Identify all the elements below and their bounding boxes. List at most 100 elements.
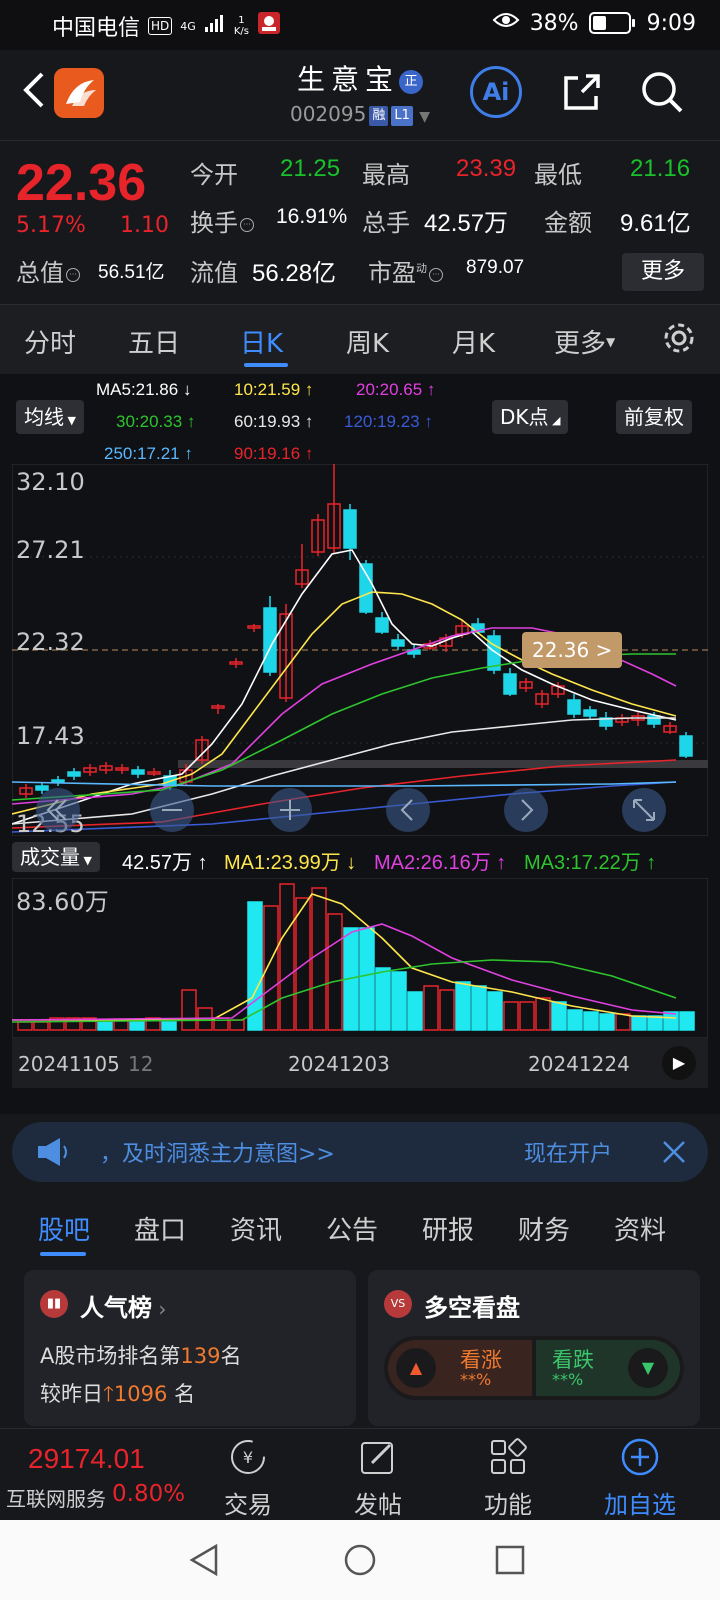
ai-button[interactable]: Ai: [470, 66, 522, 118]
chart-bars-icon: ▮▮: [40, 1290, 68, 1318]
recents-square-icon[interactable]: [492, 1542, 528, 1578]
stock-code: 002095: [289, 102, 367, 126]
chevron-down-icon: ▼: [80, 854, 92, 867]
volume-label: 总手: [362, 209, 410, 237]
volume-bar: [311, 887, 327, 1031]
vol-ma3-label: MA3:17.22万 ↑: [524, 852, 657, 874]
pe-label: 市盈动 ···: [368, 253, 443, 288]
tab-monthly-k[interactable]: 月K: [452, 323, 495, 360]
ma-type-dropdown[interactable]: 均线 ▼: [16, 400, 84, 434]
high-value: 23.39: [456, 155, 517, 182]
tab-forum[interactable]: 股吧: [38, 1210, 90, 1247]
more-button[interactable]: 更多: [622, 253, 704, 291]
move-right-button[interactable]: [504, 788, 548, 832]
volume-bar: [391, 971, 407, 1031]
bull-bear-card[interactable]: VS 多空看盘 ▲ 看涨 **% 看跌 **% ▼: [368, 1270, 700, 1426]
pe-label-text: 市盈: [368, 259, 416, 287]
bull-value: **%: [460, 1370, 492, 1389]
popularity-rank-value: 139: [180, 1344, 221, 1368]
popularity-card[interactable]: ▮▮ 人气榜 › A股市场排名第139名 较昨日🡑1096 名: [24, 1270, 356, 1426]
volume-bar: [279, 883, 295, 1031]
tab-daily-k[interactable]: 日K: [240, 323, 283, 360]
info-icon[interactable]: ···: [240, 218, 254, 232]
search-button[interactable]: [636, 66, 688, 118]
current-price-tag[interactable]: 22.36 >: [522, 632, 623, 668]
stock-title: 生意宝正: [0, 58, 720, 98]
scroll-left-button[interactable]: [36, 788, 80, 832]
tab-intraday[interactable]: 分时: [24, 323, 76, 360]
sector-name[interactable]: 互联网服务: [6, 1483, 106, 1512]
open-value: 21.25: [280, 155, 341, 182]
tab-weekly-k[interactable]: 周K: [346, 323, 389, 360]
volume-chart[interactable]: [12, 878, 708, 1038]
level-tag: L1: [391, 106, 413, 126]
pe-sup: 动: [416, 262, 427, 275]
dk-point-button[interactable]: DK点 ◢: [492, 400, 569, 434]
back-triangle-icon[interactable]: [186, 1542, 222, 1578]
zoom-out-button[interactable]: [150, 788, 194, 832]
open-account-link[interactable]: 现在开户: [524, 1136, 612, 1168]
promo-banner[interactable]: ，及时洞悉主力意图>> 现在开户: [12, 1122, 708, 1182]
stock-code-row[interactable]: 002095 融 L1 ▼: [0, 102, 720, 126]
app-notification-icon: [257, 11, 281, 41]
volume-bar: [263, 905, 279, 1031]
open-label: 今开: [190, 161, 238, 189]
adjust-price-button[interactable]: 前复权: [616, 400, 692, 434]
info-icon[interactable]: ···: [66, 268, 80, 282]
chart-settings-button[interactable]: [660, 319, 698, 361]
corner-icon: ◢: [548, 414, 561, 427]
ma120-label: 120:19.23 ↑: [344, 412, 433, 431]
bear-button[interactable]: 看跌 **% ▼: [536, 1340, 680, 1396]
candle-body: [679, 735, 693, 757]
chart-period-tabs: 分时 五日 日K 周K 月K 更多▼: [0, 304, 720, 374]
active-tab-indicator: [244, 363, 288, 367]
trade-button[interactable]: ¥ 交易: [188, 1437, 308, 1520]
tab-finance[interactable]: 财务: [518, 1210, 570, 1247]
popularity-rank-suffix: 名: [220, 1344, 242, 1368]
post-button[interactable]: 发帖: [318, 1437, 438, 1520]
zoom-in-button[interactable]: [268, 788, 312, 832]
move-left-button[interactable]: [386, 788, 430, 832]
popularity-title: 人气榜 ›: [80, 1288, 166, 1323]
volume-bar: [567, 1009, 583, 1031]
ma5-label: MA5:21.86 ↓: [96, 380, 192, 399]
candle-body: [567, 699, 581, 715]
sector-index-value[interactable]: 29174.01: [28, 1443, 145, 1475]
tab-orderbook[interactable]: 盘口: [134, 1210, 186, 1247]
volume-bar: [17, 1021, 33, 1031]
share-button[interactable]: [556, 66, 608, 118]
turnover-label: 换手 ···: [190, 203, 254, 238]
home-circle-icon[interactable]: [342, 1542, 378, 1578]
tab-more[interactable]: 更多▼: [554, 323, 615, 360]
arrow-up-icon: 🡑: [103, 1382, 114, 1406]
candle-body: [583, 709, 597, 717]
ma250-label: 250:17.21 ↑: [104, 444, 193, 463]
tab-announcements[interactable]: 公告: [326, 1210, 378, 1247]
info-icon[interactable]: ···: [429, 268, 443, 282]
function-button[interactable]: 功能: [448, 1437, 568, 1520]
content-tabs: 股吧 盘口 资讯 公告 研报 财务 资料: [0, 1196, 720, 1260]
gear-icon: [664, 323, 694, 353]
system-nav-bar: [0, 1520, 720, 1600]
play-icon[interactable]: ▶: [662, 1046, 696, 1080]
chevron-down-icon: ▼: [419, 109, 431, 125]
plus-circle-icon: [621, 1438, 659, 1476]
volume-bar: [679, 1011, 695, 1031]
tab-research[interactable]: 研报: [422, 1210, 474, 1247]
volume-bar: [583, 1011, 599, 1031]
search-icon: [642, 72, 683, 113]
bear-value: **%: [552, 1370, 584, 1389]
tab-news[interactable]: 资讯: [230, 1210, 282, 1247]
close-icon[interactable]: [660, 1138, 688, 1166]
hd-icon: HD: [148, 17, 173, 35]
tab-five-day[interactable]: 五日: [128, 323, 180, 360]
bull-button[interactable]: ▲ 看涨 **%: [388, 1340, 532, 1396]
volume-indicator-dropdown[interactable]: 成交量 ▼: [12, 842, 100, 872]
candle-body: [67, 771, 81, 777]
date-label: 20241224: [528, 1052, 630, 1076]
ma-lines: [12, 549, 677, 833]
active-tab-indicator: [40, 1252, 86, 1256]
fullscreen-button[interactable]: [622, 788, 666, 832]
tab-profile[interactable]: 资料: [614, 1210, 666, 1247]
add-watchlist-button[interactable]: 加自选: [580, 1437, 700, 1520]
